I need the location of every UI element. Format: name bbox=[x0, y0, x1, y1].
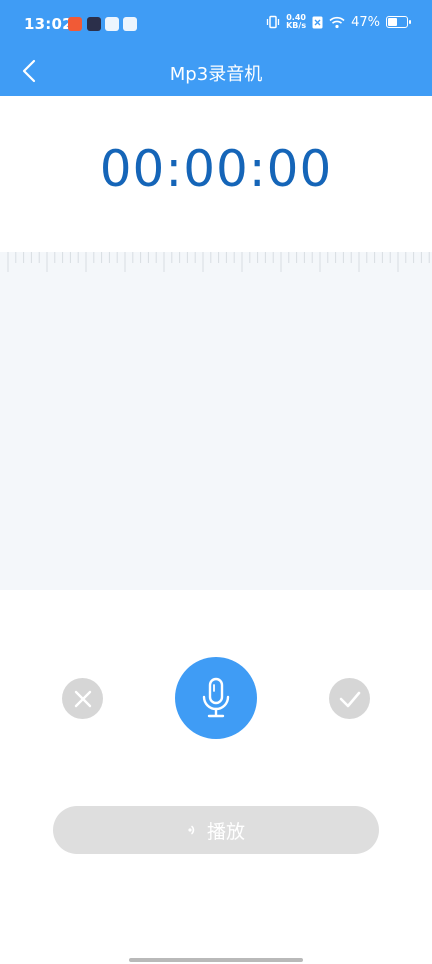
play-button-label: 播放 bbox=[206, 820, 245, 843]
play-sound-icon bbox=[188, 825, 195, 835]
battery-icon bbox=[386, 16, 411, 28]
mail-notification-icon bbox=[123, 17, 137, 31]
top-bar: 13:02 0.40 KB/s 47% Mp3录音机 bbox=[0, 0, 432, 96]
wifi-icon bbox=[329, 16, 345, 28]
net-speed-unit: KB/s bbox=[286, 21, 307, 30]
battery-fill bbox=[388, 18, 398, 26]
battery-percent: 47% bbox=[351, 14, 380, 30]
page-title: Mp3录音机 bbox=[169, 64, 263, 85]
status-time: 13:02 bbox=[24, 15, 73, 33]
play-button[interactable]: 播放 bbox=[53, 806, 379, 854]
time-ruler bbox=[7, 252, 430, 272]
home-indicator[interactable] bbox=[129, 958, 303, 962]
close-icon bbox=[74, 690, 91, 707]
store-notification-icon bbox=[105, 17, 119, 31]
check-icon bbox=[339, 691, 360, 707]
vibrate-icon bbox=[266, 15, 280, 29]
recording-timer: 00:00:00 bbox=[99, 140, 333, 198]
confirm-button[interactable] bbox=[329, 678, 370, 719]
status-right: 0.40 KB/s 47% bbox=[266, 14, 411, 30]
video-notification-icon bbox=[87, 17, 101, 31]
status-bar: 13:02 0.40 KB/s 47% bbox=[0, 0, 432, 50]
net-speed: 0.40 KB/s bbox=[286, 14, 306, 30]
sim-off-icon bbox=[312, 16, 323, 28]
microphone-icon bbox=[202, 677, 230, 718]
cancel-button[interactable] bbox=[62, 678, 103, 719]
app-notification-icon bbox=[68, 17, 82, 31]
waveform-area bbox=[0, 252, 432, 590]
app-header: Mp3录音机 bbox=[0, 50, 432, 96]
record-button[interactable] bbox=[175, 657, 257, 739]
